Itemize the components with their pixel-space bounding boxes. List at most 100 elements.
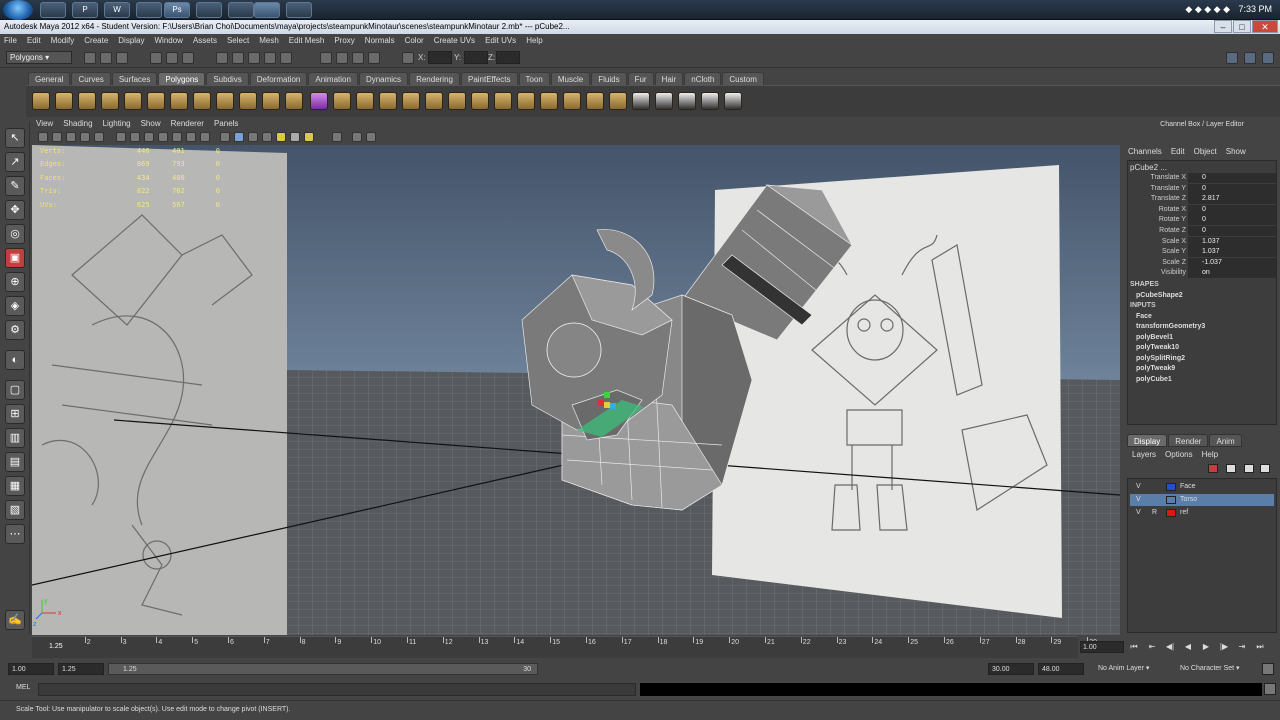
safe-action-icon[interactable]	[186, 132, 196, 142]
shelf-tab-animation[interactable]: Animation	[308, 72, 358, 85]
input-node[interactable]: polyBevel1	[1136, 334, 1173, 341]
lasso-tool-icon[interactable]: ↗	[5, 152, 25, 172]
current-time-field[interactable]: 1.00	[1080, 641, 1124, 653]
shelf-tab-surfaces[interactable]: Surfaces	[111, 72, 158, 85]
go-to-end-icon[interactable]: ⏭	[1254, 641, 1266, 653]
taskbar-explorer-icon[interactable]	[40, 2, 66, 18]
four-view-layout-icon[interactable]: ⊞	[5, 404, 25, 424]
channel-menu-channels[interactable]: Channels	[1128, 145, 1162, 159]
menu-display[interactable]: Display	[118, 34, 144, 48]
panel-menu-lighting[interactable]: Lighting	[103, 118, 131, 130]
z-input[interactable]	[496, 51, 520, 64]
mel-label[interactable]: MEL	[16, 684, 30, 691]
input-node[interactable]: polySplitRing2	[1136, 355, 1185, 362]
layer-row-face[interactable]: V Face	[1130, 481, 1274, 493]
new-layer-selected-icon[interactable]	[1226, 464, 1236, 473]
resolution-gate-icon[interactable]	[144, 132, 154, 142]
poly-plane-icon[interactable]	[124, 92, 142, 110]
shelf-tab-curves[interactable]: Curves	[71, 72, 111, 85]
planar-mapping-icon[interactable]	[632, 92, 650, 110]
layer-menu-help[interactable]: Help	[1202, 449, 1218, 461]
offset-edge-loop-icon[interactable]	[471, 92, 489, 110]
open-scene-icon[interactable]	[100, 52, 112, 64]
move-tool-icon[interactable]: ✥	[5, 200, 25, 220]
persp-outliner-layout-icon[interactable]: ▥	[5, 428, 25, 448]
single-perspective-layout-icon[interactable]: ▢	[5, 380, 25, 400]
panel-menu-show[interactable]: Show	[141, 118, 161, 130]
layer-visibility-toggle[interactable]: V	[1136, 494, 1146, 506]
bridge-icon[interactable]	[517, 92, 535, 110]
image-plane-icon[interactable]	[80, 132, 90, 142]
shelf-tab-toon[interactable]: Toon	[518, 72, 550, 85]
select-camera-icon[interactable]	[38, 132, 48, 142]
viewport-scene[interactable]: x y z	[32, 145, 1120, 635]
shadows-icon[interactable]	[290, 132, 300, 142]
channel-scale-z[interactable]: Scale Z -1.037	[1128, 257, 1276, 269]
render-frame-icon[interactable]	[336, 52, 348, 64]
shelf-tab-hair[interactable]: Hair	[654, 72, 684, 85]
attribute-editor-toggle-icon[interactable]	[1226, 52, 1238, 64]
scale-manipulator-x[interactable]	[598, 400, 604, 406]
y-input[interactable]	[464, 51, 488, 64]
separate-icon[interactable]	[262, 92, 280, 110]
menu-set-dropdown[interactable]: Polygons ▾	[6, 51, 72, 64]
wireframe-on-shaded-icon[interactable]	[248, 132, 258, 142]
layer-tab-render[interactable]: Render	[1168, 434, 1209, 447]
layer-row-ref[interactable]: V R ref	[1130, 507, 1274, 519]
play-backward-icon[interactable]: ◀	[1182, 641, 1194, 653]
windows-start-icon[interactable]	[3, 0, 33, 20]
menu-edit-mesh[interactable]: Edit Mesh	[289, 34, 325, 48]
scale-manipulator-y[interactable]	[604, 392, 610, 398]
merge-icon[interactable]	[563, 92, 581, 110]
input-node[interactable]: transformGeometry3	[1136, 323, 1205, 330]
menu-help[interactable]: Help	[526, 34, 542, 48]
go-to-start-icon[interactable]: ⏮	[1128, 641, 1140, 653]
playback-end-field[interactable]: 30.00	[988, 663, 1034, 675]
menu-mesh[interactable]: Mesh	[259, 34, 279, 48]
fill-hole-icon[interactable]	[379, 92, 397, 110]
panel-menu-renderer[interactable]: Renderer	[171, 118, 204, 130]
layer-row-torso[interactable]: V Torso	[1130, 494, 1274, 506]
layer-menu-options[interactable]: Options	[1165, 449, 1193, 461]
soft-modification-icon[interactable]: ◈	[5, 296, 25, 316]
shelf-tab-muscle[interactable]: Muscle	[550, 72, 591, 85]
channel-scale-x[interactable]: Scale X 1.037	[1128, 236, 1276, 248]
scale-manipulator-center[interactable]	[604, 402, 610, 408]
menu-create[interactable]: Create	[84, 34, 108, 48]
poly-cube-icon[interactable]	[55, 92, 73, 110]
safe-title-icon[interactable]	[200, 132, 210, 142]
persp-graph-layout-icon[interactable]: ▤	[5, 452, 25, 472]
uv-texture-editor-icon[interactable]	[724, 92, 742, 110]
select-component-icon[interactable]	[182, 52, 194, 64]
minimize-button[interactable]: –	[1214, 20, 1232, 33]
time-slider[interactable]: 1.25 2 3 4 5 6 7 8 9 10 11 12 13 14 15 16 17 18 19 20 21 22 2…	[32, 636, 1097, 658]
channel-box-toggle-icon[interactable]	[1262, 52, 1274, 64]
extrude-icon[interactable]	[494, 92, 512, 110]
layer-display-type-toggle[interactable]: R	[1152, 507, 1162, 519]
cylindrical-mapping-icon[interactable]	[655, 92, 673, 110]
render-settings-icon[interactable]	[368, 52, 380, 64]
channel-translate-y[interactable]: Translate Y0	[1128, 183, 1276, 195]
shelf-tab-deformation[interactable]: Deformation	[249, 72, 308, 85]
x-input[interactable]	[428, 51, 452, 64]
panel-menu-panels[interactable]: Panels	[214, 118, 238, 130]
persp-uv-layout-icon[interactable]: ▧	[5, 500, 25, 520]
channel-translate-z[interactable]: Translate Z 2.817	[1128, 194, 1276, 205]
shelf-tab-dynamics[interactable]: Dynamics	[358, 72, 409, 85]
channel-value[interactable]: on	[1188, 268, 1276, 279]
move-layer-down-icon[interactable]	[1260, 464, 1270, 473]
rotate-tool-icon[interactable]: ◎	[5, 224, 25, 244]
layer-tab-display[interactable]: Display	[1127, 434, 1168, 447]
script-editor-icon[interactable]: ✍	[5, 610, 25, 630]
shelf-tab-ncloth[interactable]: nCloth	[684, 72, 722, 85]
step-back-frame-icon[interactable]: ◀|	[1164, 641, 1176, 653]
playback-start-field[interactable]: 1.25	[58, 663, 104, 675]
xray-joints-icon[interactable]	[366, 132, 376, 142]
move-layer-up-icon[interactable]	[1244, 464, 1254, 473]
layer-tab-anim[interactable]: Anim	[1209, 434, 1242, 447]
taskbar-app-icon[interactable]: P	[72, 2, 98, 18]
xray-icon[interactable]	[352, 132, 362, 142]
perspective-viewport[interactable]: x y z Verts: 446 401 0 Edges: 869 793 0 Faces:…	[32, 145, 1120, 635]
split-polygon-icon[interactable]	[425, 92, 443, 110]
poly-cylinder-icon[interactable]	[78, 92, 96, 110]
